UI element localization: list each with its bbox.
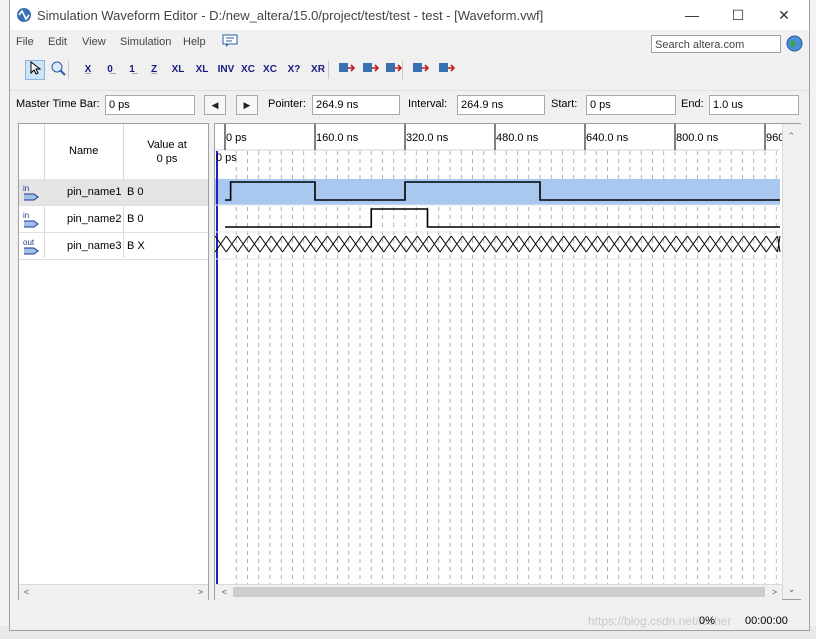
- menu-simulation[interactable]: Simulation: [120, 36, 171, 48]
- title-bar: Simulation Waveform Editor - D:/new_alte…: [10, 0, 809, 30]
- tick-label: 800.0 ns: [676, 132, 719, 144]
- force-low-icon[interactable]: 0̲: [100, 60, 120, 80]
- end-label: End:: [681, 98, 704, 110]
- waveform-pin_name3: [215, 235, 781, 253]
- run-timing-simulation-icon[interactable]: [383, 60, 403, 80]
- scroll-down-arrow[interactable]: ⌄: [784, 582, 799, 597]
- signal-value: B X: [127, 240, 145, 252]
- output-pin-icon: out: [23, 238, 39, 255]
- toolbar: X̲ 0̲ 1̲ Z̲ XL XL INV XC XC X? XR: [10, 58, 809, 84]
- signal-list-scrollbar[interactable]: < >: [19, 584, 208, 600]
- previous-transition-button[interactable]: ◀: [204, 95, 226, 115]
- scroll-right-arrow[interactable]: >: [767, 585, 782, 600]
- end-field: 1.0 us: [709, 95, 799, 115]
- tick-label: 320.0 ns: [406, 132, 449, 144]
- scroll-right-arrow[interactable]: >: [193, 585, 208, 600]
- interval-label: Interval:: [408, 98, 448, 110]
- globe-icon[interactable]: [786, 35, 803, 52]
- menu-help[interactable]: Help: [183, 36, 206, 48]
- menu-edit[interactable]: Edit: [48, 36, 67, 48]
- value-column-header[interactable]: Value at 0 ps: [147, 138, 187, 166]
- app-icon: [17, 8, 31, 22]
- value-header-line1: Value at: [147, 139, 187, 151]
- scroll-up-arrow[interactable]: ‹: [784, 126, 799, 141]
- search-input[interactable]: Search altera.com: [651, 35, 781, 53]
- generate-netlist-icon[interactable]: [410, 60, 430, 80]
- tick-label: 0 ps: [226, 132, 247, 144]
- force-high-impedance-icon[interactable]: Z̲: [144, 60, 164, 80]
- waveform-pin_name2: [225, 208, 780, 228]
- waveform-view-icon[interactable]: [436, 60, 456, 80]
- signal-name: pin_name2: [67, 213, 122, 225]
- pointer-field: 264.9 ns: [312, 95, 400, 115]
- svg-text:in: in: [23, 211, 29, 220]
- signal-value: B 0: [127, 213, 144, 225]
- window-title: Simulation Waveform Editor - D:/new_alte…: [37, 8, 544, 23]
- input-pin-icon: in: [23, 211, 39, 228]
- master-time-bar-field[interactable]: 0 ps: [105, 95, 195, 115]
- maximize-button[interactable]: ☐: [715, 0, 761, 30]
- simulation-waveform-editor-window: Simulation Waveform Editor - D:/new_alte…: [9, 0, 810, 631]
- signal-row-pin_name2[interactable]: in pin_name2 B 0: [19, 206, 208, 233]
- scroll-left-arrow[interactable]: <: [217, 585, 232, 600]
- help-topics-icon[interactable]: [222, 34, 238, 48]
- scroll-left-arrow[interactable]: <: [19, 585, 34, 600]
- signal-row-pin_name1[interactable]: in pin_name1 B 0: [19, 179, 208, 206]
- invert-icon[interactable]: XC: [238, 60, 258, 80]
- interval-field: 264.9 ns: [457, 95, 545, 115]
- master-time-bar-label: Master Time Bar:: [16, 98, 100, 110]
- force-weak-low-icon[interactable]: XL: [192, 60, 212, 80]
- start-field: 0 ps: [586, 95, 676, 115]
- signal-name: pin_name3: [67, 240, 122, 252]
- force-weak-unknown-icon[interactable]: XL: [168, 60, 188, 80]
- toolbar-separator: [68, 61, 69, 79]
- tick-label: 480.0 ns: [496, 132, 539, 144]
- vertical-scrollbar[interactable]: ‹ ⌄: [782, 124, 801, 599]
- random-value-icon[interactable]: [336, 60, 356, 80]
- force-weak-high-icon[interactable]: INV: [216, 60, 236, 80]
- signal-value: B 0: [127, 186, 144, 198]
- run-functional-simulation-icon[interactable]: [360, 60, 380, 80]
- elapsed-time: 00:00:00: [745, 615, 788, 627]
- tick-label: 160.0 ns: [316, 132, 359, 144]
- minimize-button[interactable]: —: [669, 0, 715, 30]
- input-pin-icon: in: [23, 184, 39, 201]
- waveform-panel[interactable]: 0 ps 160.0 ns 320.0 ns 480.0 ns 640.0 ns 800.…: [214, 123, 801, 600]
- selection-tool-icon[interactable]: [25, 60, 45, 80]
- name-column-header[interactable]: Name: [69, 145, 98, 157]
- menu-file[interactable]: File: [16, 36, 34, 48]
- signal-list-header: Name Value at 0 ps: [19, 124, 208, 180]
- waveform-canvas[interactable]: 0 ps 160.0 ns 320.0 ns 480.0 ns 640.0 ns 800.…: [215, 124, 800, 584]
- toolbar-separator: [328, 61, 329, 79]
- pointer-label: Pointer:: [268, 98, 306, 110]
- toolbar-separator: [402, 61, 403, 79]
- svg-text:out: out: [23, 238, 35, 247]
- value-header-line2: 0 ps: [156, 153, 178, 165]
- next-transition-button[interactable]: ▶: [236, 95, 258, 115]
- marker-label: 0 ps: [216, 152, 237, 164]
- force-high-icon[interactable]: 1̲: [122, 60, 142, 80]
- signal-list-panel: Name Value at 0 ps in pin_name1 B 0 in p…: [18, 123, 209, 600]
- zoom-tool-icon[interactable]: [48, 60, 68, 80]
- clock-value-icon[interactable]: X?: [284, 60, 304, 80]
- arbitrary-value-icon[interactable]: XR: [308, 60, 328, 80]
- svg-text:in: in: [23, 184, 29, 193]
- signal-name: pin_name1: [67, 186, 122, 198]
- waveform-scrollbar[interactable]: < >: [215, 584, 782, 600]
- menu-view[interactable]: View: [82, 36, 106, 48]
- start-label: Start:: [551, 98, 578, 110]
- force-unknown-icon[interactable]: X̲: [78, 60, 98, 80]
- scrollbar-thumb[interactable]: [233, 587, 765, 597]
- tick-label: 640.0 ns: [586, 132, 629, 144]
- selected-row-highlight: [215, 179, 780, 205]
- progress-percent: 0%: [699, 615, 715, 627]
- close-button[interactable]: ✕: [761, 0, 807, 30]
- signal-row-pin_name3[interactable]: out pin_name3 B X: [19, 233, 208, 260]
- count-value-icon[interactable]: XC: [260, 60, 280, 80]
